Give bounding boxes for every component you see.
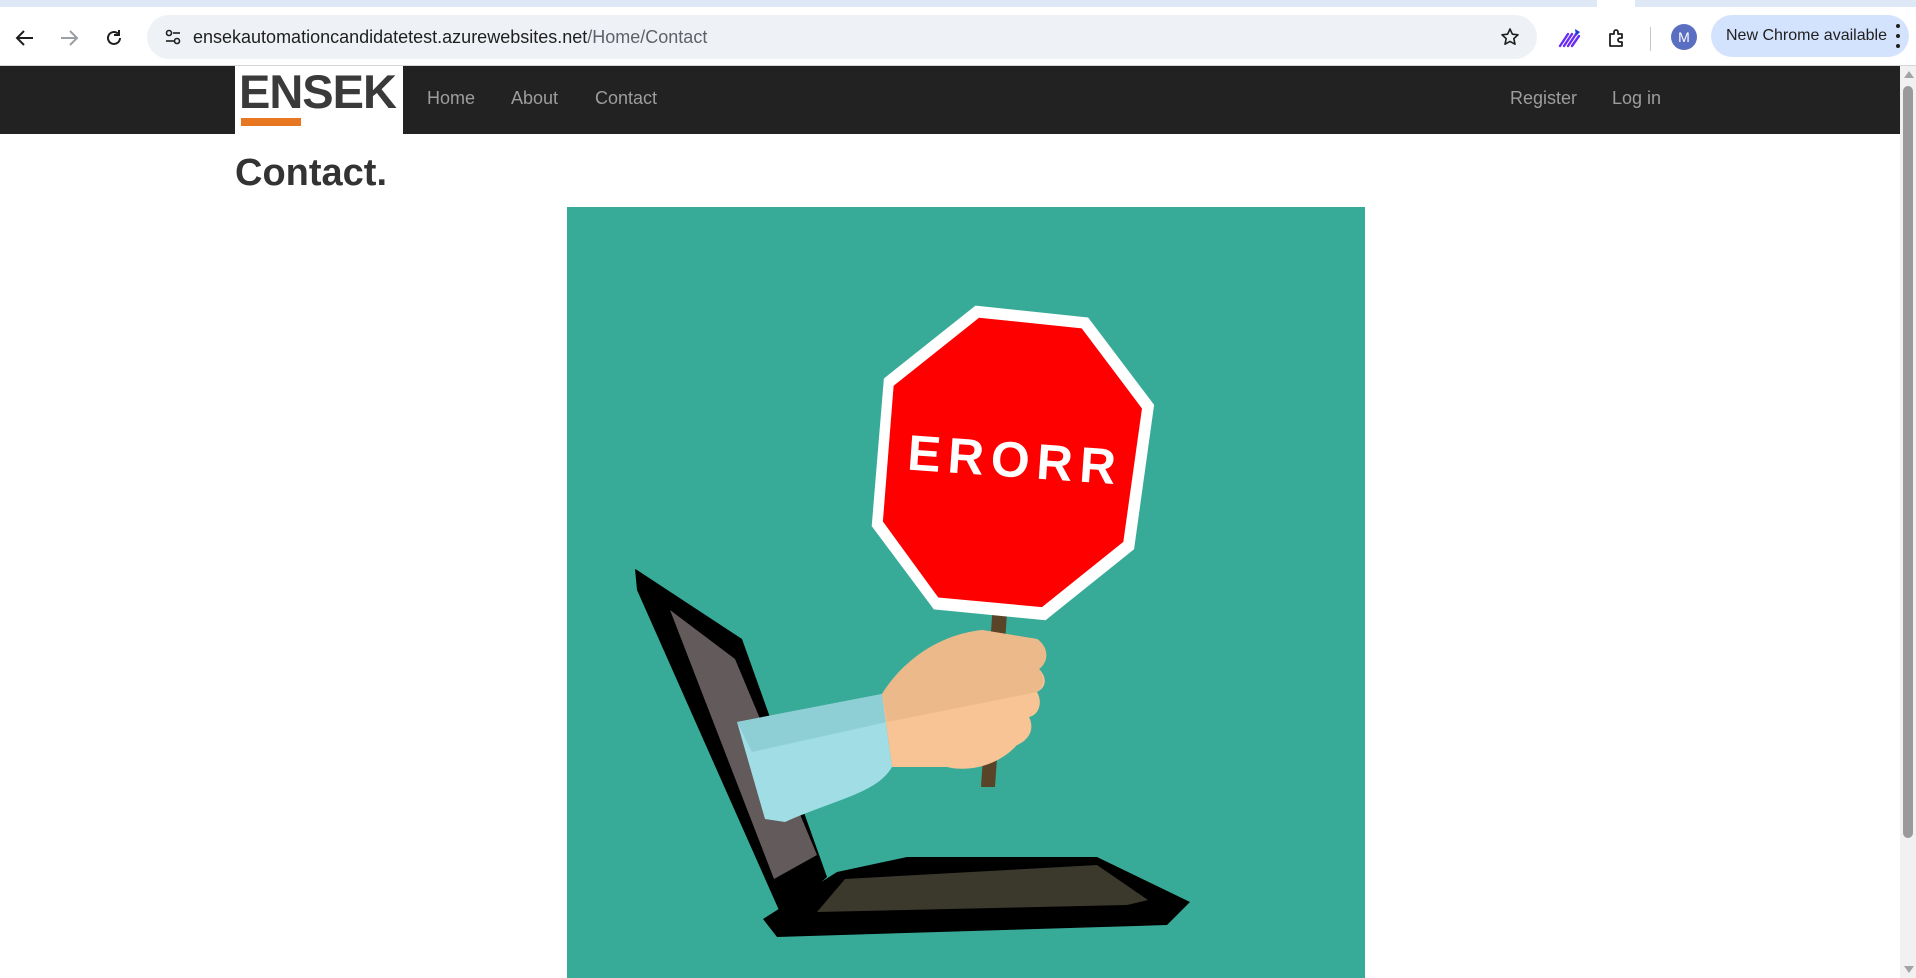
tab-strip (0, 0, 1916, 7)
browser-chrome: ensekautomationcandidatetest.azurewebsit… (0, 0, 1916, 66)
scroll-thumb[interactable] (1903, 86, 1913, 838)
login-link[interactable]: Log in (1612, 88, 1661, 109)
address-bar[interactable]: ensekautomationcandidatetest.azurewebsit… (147, 15, 1537, 59)
nav-about-link[interactable]: About (511, 88, 558, 109)
update-chrome-label: New Chrome available (1726, 27, 1887, 44)
profile-avatar[interactable]: M (1671, 24, 1697, 50)
forward-arrow-icon[interactable] (52, 21, 86, 55)
reload-icon[interactable] (97, 21, 131, 55)
site-navbar: ENSEK Home About Contact Register Log in (0, 66, 1900, 134)
logo-accent-bar (241, 118, 301, 126)
ensek-logo[interactable]: ENSEK (235, 66, 403, 134)
back-arrow-icon[interactable] (8, 21, 42, 55)
extension-puzzle-icon[interactable] (1600, 21, 1634, 55)
error-illustration: ERORR (567, 207, 1365, 978)
site-info-icon[interactable] (157, 21, 189, 53)
menu-dots-icon[interactable] (1895, 24, 1901, 48)
toolbar-divider (1650, 27, 1651, 51)
logo-wordmark: ENSEK (239, 65, 397, 118)
page-title: Contact. (235, 152, 387, 194)
url-path: /Home/Contact (587, 27, 708, 47)
extension-brush-icon[interactable] (1553, 21, 1587, 55)
register-link[interactable]: Register (1510, 88, 1577, 109)
nav-home-link[interactable]: Home (427, 88, 475, 109)
page-scrollbar[interactable] (1900, 66, 1916, 978)
scroll-down-arrow-icon[interactable] (1904, 966, 1914, 973)
error-illustration-graphic: ERORR (635, 305, 1190, 937)
star-icon[interactable] (1495, 22, 1525, 52)
update-chrome-button[interactable]: New Chrome available (1711, 15, 1909, 57)
url-host: ensekautomationcandidatetest.azurewebsit… (193, 27, 588, 47)
url-text[interactable]: ensekautomationcandidatetest.azurewebsit… (193, 27, 707, 48)
nav-contact-link[interactable]: Contact (595, 88, 657, 109)
scroll-up-arrow-icon[interactable] (1904, 71, 1914, 78)
browser-toolbar: ensekautomationcandidatetest.azurewebsit… (0, 7, 1916, 66)
